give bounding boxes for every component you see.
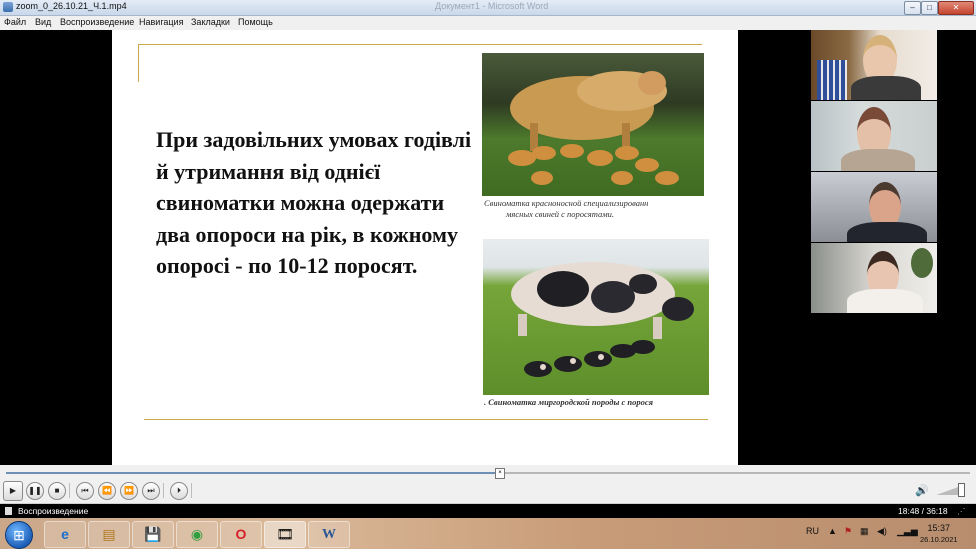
- network-icon[interactable]: ▦: [860, 526, 869, 537]
- volume-knob[interactable]: [958, 483, 965, 497]
- playback-time: 18:48 / 36:18: [898, 506, 948, 516]
- app-icon: [3, 2, 13, 12]
- tray-expand-icon[interactable]: ▲: [828, 526, 837, 536]
- bookshelf: [817, 60, 847, 100]
- slide-body-text: При задовільних умовах годівлі й утриман…: [156, 127, 472, 278]
- save-icon[interactable]: 💾: [132, 521, 174, 548]
- start-button[interactable]: ⊞: [5, 521, 33, 549]
- title-bar: zoom_0_26.10.21_Ч.1.mp4 Документ1 - Micr…: [0, 0, 976, 16]
- slide-top-rule: [138, 44, 702, 45]
- minimize-button[interactable]: –: [904, 1, 921, 15]
- clock-date: 26.10.2021: [920, 535, 958, 544]
- participant-body: [847, 222, 927, 242]
- participant-video-3[interactable]: [811, 172, 937, 242]
- spotted-sow-photo: [483, 239, 709, 395]
- language-indicator[interactable]: RU: [806, 526, 819, 536]
- menu-navigation[interactable]: Навигация: [139, 17, 183, 27]
- separator: [163, 483, 164, 498]
- menu-bar: Файл Вид Воспроизведение Навигация Закла…: [0, 16, 976, 30]
- stop-button[interactable]: ■: [48, 482, 66, 500]
- next-chapter-button[interactable]: ⏭: [142, 482, 160, 500]
- menu-file[interactable]: Файл: [4, 17, 26, 27]
- participant-body: [847, 289, 923, 313]
- pause-button[interactable]: ❚❚: [26, 482, 44, 500]
- presentation-slide: При задовільних умовах годівлі й утриман…: [112, 30, 738, 465]
- chrome-icon[interactable]: ◉: [176, 521, 218, 548]
- resize-grip[interactable]: ⋰: [957, 506, 966, 517]
- participant-video-1[interactable]: [811, 30, 937, 100]
- player-controls: ▶ ❚❚ ■ ⏮ ⏪ ⏩ ⏭ ⏵ 🔊: [0, 479, 976, 504]
- document-icon: [5, 507, 12, 515]
- seek-thumb[interactable]: ×: [495, 468, 505, 479]
- participant-body: [841, 149, 915, 171]
- photo1-caption-line1: Свиноматка красноносной специализированн: [484, 198, 649, 208]
- speaker-icon[interactable]: ◀): [877, 526, 887, 537]
- menu-bookmarks[interactable]: Закладки: [191, 17, 230, 27]
- menu-playback[interactable]: Воспроизведение: [60, 17, 134, 27]
- close-button[interactable]: ✕: [938, 1, 974, 15]
- participant-body: [851, 76, 921, 100]
- forward-button[interactable]: ⏩: [120, 482, 138, 500]
- window-title: zoom_0_26.10.21_Ч.1.mp4: [16, 1, 127, 11]
- volume-icon[interactable]: 🔊: [915, 484, 929, 497]
- word-icon[interactable]: W: [308, 521, 350, 548]
- slide-left-rule: [138, 44, 139, 82]
- playback-state: Воспроизведение: [18, 506, 89, 516]
- photo2-caption: . Свиноматка миргородской породы с порос…: [484, 397, 654, 407]
- participant-video-2[interactable]: [811, 101, 937, 171]
- seek-bar[interactable]: ×: [0, 465, 976, 479]
- photo1-caption-line2: мясных свиней с поросятами.: [506, 209, 615, 219]
- menu-help[interactable]: Помощь: [238, 17, 273, 27]
- taskbar: ⊞ e ▤ 💾 ◉ O 🎞 W RU ▲ ⚑ ▦ ◀) ▁▃▅ 15:37 26…: [0, 518, 976, 549]
- sow-with-piglets-photo: [482, 53, 704, 196]
- slide-bottom-rule: [144, 419, 708, 420]
- clock-time: 15:37: [927, 523, 951, 533]
- separator: [69, 483, 70, 498]
- clock[interactable]: 15:37 26.10.2021: [920, 523, 958, 545]
- ie-icon[interactable]: e: [44, 521, 86, 548]
- rewind-button[interactable]: ⏪: [98, 482, 116, 500]
- status-bar: Воспроизведение 18:48 / 36:18 ⋰: [0, 504, 976, 518]
- plant: [911, 248, 933, 278]
- flag-icon[interactable]: ⚑: [844, 526, 852, 537]
- separator: [191, 483, 192, 498]
- opera-icon[interactable]: O: [220, 521, 262, 548]
- prev-chapter-button[interactable]: ⏮: [76, 482, 94, 500]
- menu-view[interactable]: Вид: [35, 17, 51, 27]
- background-window-title: Документ1 - Microsoft Word: [435, 1, 549, 11]
- participant-video-4[interactable]: [811, 243, 937, 313]
- maximize-button[interactable]: □: [921, 1, 938, 15]
- media-player-icon[interactable]: 🎞: [264, 521, 306, 548]
- seek-progress: [6, 472, 500, 474]
- frame-step-button[interactable]: ⏵: [170, 482, 188, 500]
- explorer-icon[interactable]: ▤: [88, 521, 130, 548]
- play-button[interactable]: ▶: [3, 481, 23, 501]
- signal-icon[interactable]: ▁▃▅: [897, 526, 918, 537]
